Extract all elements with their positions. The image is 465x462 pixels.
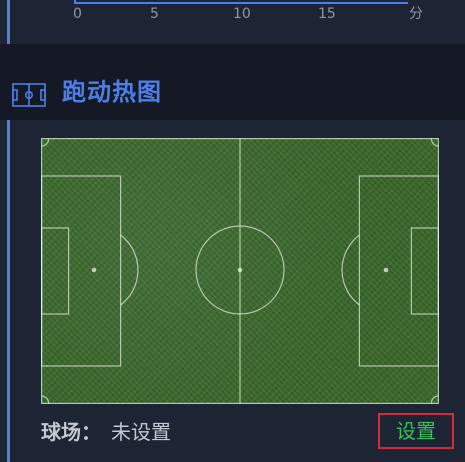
x-axis-origin-tick: [74, 0, 76, 4]
x-tick-label: 0: [73, 6, 82, 22]
card-accent-bar: [7, 0, 10, 44]
x-tick-label: 15: [318, 6, 336, 22]
x-tick-label: 10: [233, 6, 251, 22]
x-axis-line: [74, 2, 408, 4]
app-screen: 0 5 10 15 分 跑动热图 球场： 未设置 设置: [0, 0, 465, 462]
venue-label: 球场：: [41, 420, 101, 444]
football-pitch: [41, 138, 439, 404]
x-axis-unit: 分: [409, 6, 423, 22]
section-title: 跑动热图: [62, 78, 162, 106]
x-tick-label: 5: [150, 6, 159, 22]
pitch-lines: [41, 138, 439, 404]
duration-chart-card: 0 5 10 15 分: [0, 0, 465, 44]
card-accent-bar: [7, 120, 10, 462]
settings-button[interactable]: 设置: [378, 413, 454, 449]
pitch-icon: [12, 83, 46, 107]
venue-value: 未设置: [111, 420, 171, 444]
